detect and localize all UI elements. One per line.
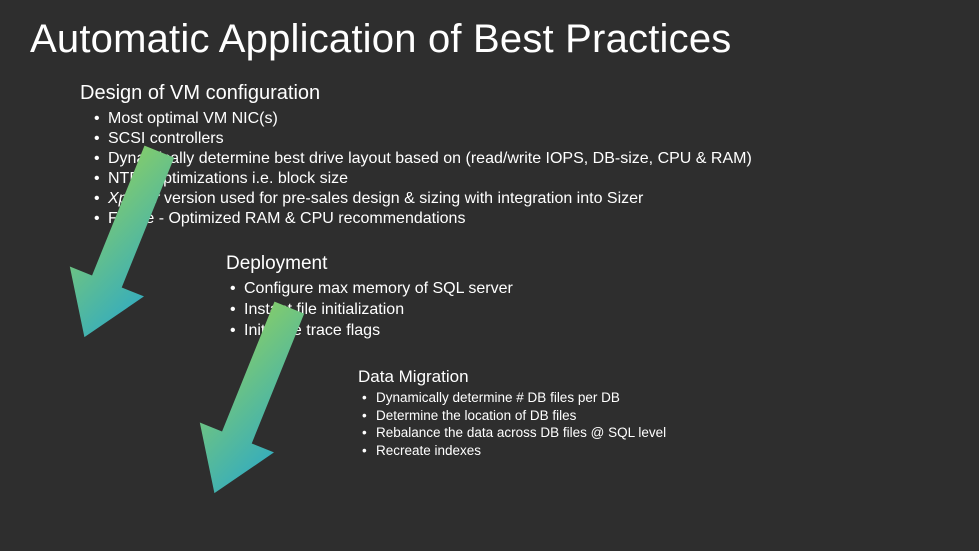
list-item: Instant file initialization xyxy=(244,300,949,321)
bullet-list-deployment: Configure max memory of SQL server Insta… xyxy=(244,279,949,341)
section-heading-deployment: Deployment xyxy=(226,253,949,275)
section-heading-design: Design of VM configuration xyxy=(80,82,949,105)
section-deployment: Deployment Configure max memory of SQL s… xyxy=(226,253,949,341)
list-item: Recreate indexes xyxy=(376,442,949,460)
list-item: Xplorer version used for pre-sales desig… xyxy=(108,189,949,209)
list-item: Initialize trace flags xyxy=(244,321,949,342)
xplorer-italic: Xplorer xyxy=(108,190,160,207)
section-heading-datamigration: Data Migration xyxy=(358,367,949,387)
list-item: NTFS optimizations i.e. block size xyxy=(108,169,949,189)
page-title: Automatic Application of Best Practices xyxy=(30,18,949,60)
list-item: Future - Optimized RAM & CPU recommendat… xyxy=(108,209,949,229)
list-item: Most optimal VM NIC(s) xyxy=(108,109,949,129)
list-item: Rebalance the data across DB files @ SQL… xyxy=(376,424,949,442)
list-item: Determine the location of DB files xyxy=(376,407,949,425)
slide: Automatic Application of Best Practices … xyxy=(0,0,979,551)
bullet-list-design: Most optimal VM NIC(s) SCSI controllers … xyxy=(108,109,949,229)
list-item: Dynamically determine best drive layout … xyxy=(108,149,949,169)
section-datamigration: Data Migration Dynamically determine # D… xyxy=(358,367,949,459)
bullet-list-datamigration: Dynamically determine # DB files per DB … xyxy=(376,389,949,459)
list-item: SCSI controllers xyxy=(108,129,949,149)
list-item: Configure max memory of SQL server xyxy=(244,279,949,300)
list-item: Dynamically determine # DB files per DB xyxy=(376,389,949,407)
section-design: Design of VM configuration Most optimal … xyxy=(80,82,949,229)
